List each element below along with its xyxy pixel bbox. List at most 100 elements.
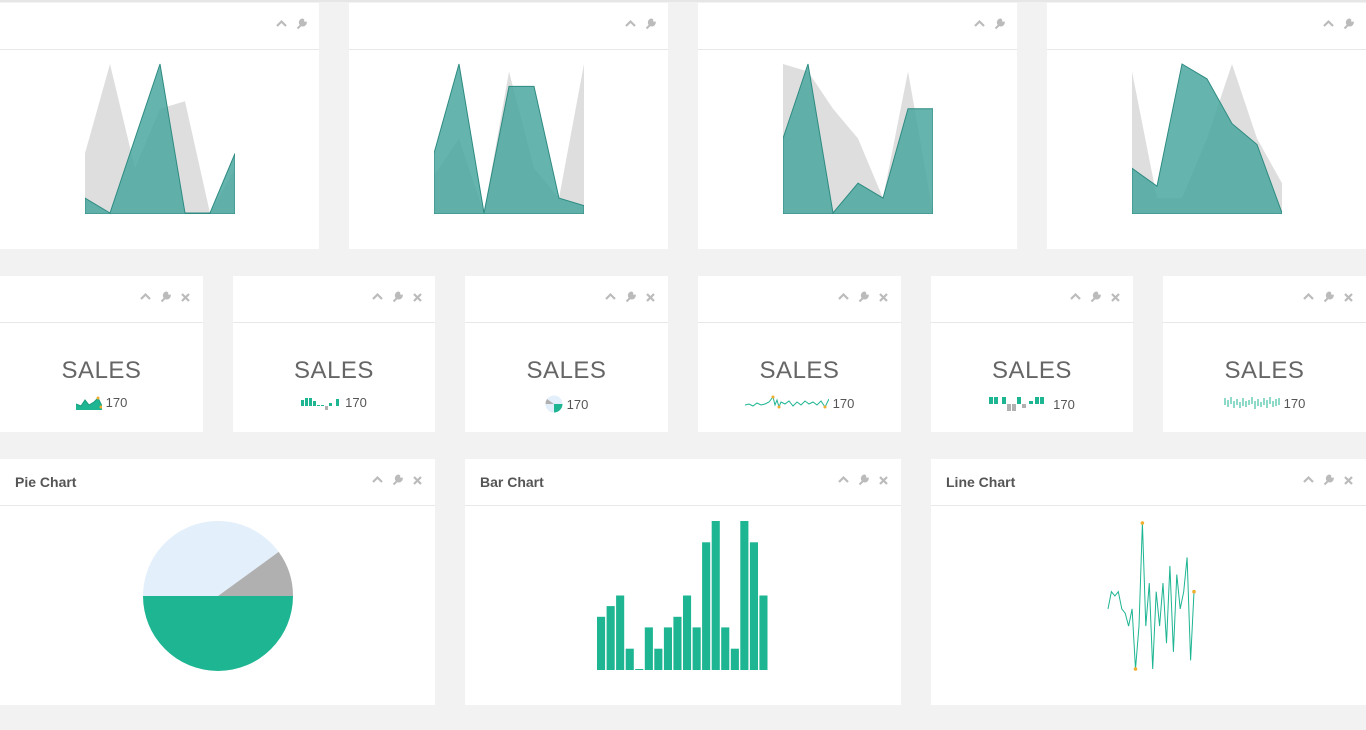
wrench-icon[interactable] <box>1323 291 1334 303</box>
close-icon[interactable] <box>878 291 889 303</box>
panel-tools <box>372 474 423 486</box>
wrench-icon[interactable] <box>392 291 403 303</box>
sales-panel-2: SALES 170 <box>233 276 435 432</box>
panel-tools <box>1070 291 1121 303</box>
wrench-icon[interactable] <box>994 18 1005 30</box>
wrench-icon[interactable] <box>1323 474 1334 486</box>
chevron-up-icon[interactable] <box>974 18 985 30</box>
area-chart-panel-3 <box>698 3 1017 249</box>
panel-tools <box>838 474 889 486</box>
bar <box>644 627 653 670</box>
bar <box>597 616 606 670</box>
sales-metric: 170 <box>931 395 1133 413</box>
close-icon[interactable] <box>645 291 656 303</box>
chevron-up-icon[interactable] <box>625 18 636 30</box>
sales-value: 170 <box>345 395 367 410</box>
chevron-up-icon[interactable] <box>140 291 151 303</box>
wrench-icon[interactable] <box>645 18 656 30</box>
bar-sparkline <box>301 397 340 410</box>
chevron-up-icon[interactable] <box>1323 18 1334 30</box>
wrench-icon[interactable] <box>392 474 403 486</box>
chevron-up-icon[interactable] <box>276 18 287 30</box>
bar <box>635 669 644 670</box>
wrench-icon[interactable] <box>1343 18 1354 30</box>
sales-value: 170 <box>1283 395 1306 411</box>
bar <box>663 627 672 670</box>
chevron-up-icon[interactable] <box>838 291 849 303</box>
close-icon[interactable] <box>878 474 889 486</box>
sales-label: SALES <box>759 357 840 384</box>
bar <box>683 595 692 670</box>
wrench-icon[interactable] <box>858 291 869 303</box>
wrench-icon[interactable] <box>160 291 171 303</box>
wrench-icon[interactable] <box>858 474 869 486</box>
bar <box>616 595 625 670</box>
panel-header: Pie Chart <box>0 459 435 506</box>
chevron-up-icon[interactable] <box>1303 474 1314 486</box>
panel-tools <box>625 18 656 30</box>
close-icon[interactable] <box>1343 474 1354 486</box>
chevron-up-icon[interactable] <box>372 474 383 486</box>
line-point-marker <box>1140 521 1145 525</box>
sales-label: SALES <box>1224 357 1305 384</box>
sales-metric: 170 <box>465 395 668 413</box>
bar <box>702 542 711 670</box>
panel-title: Bar Chart <box>480 474 544 490</box>
bar-chart <box>597 521 768 670</box>
panel-tools <box>140 291 191 303</box>
sales-value: 170 <box>1053 396 1075 412</box>
chevron-up-icon[interactable] <box>1070 291 1081 303</box>
bar <box>711 521 720 670</box>
line-series <box>1107 522 1195 670</box>
area-chart <box>783 63 933 214</box>
line-sparkline <box>744 395 829 409</box>
sales-value: 170 <box>105 395 128 410</box>
sales-metric: 170 <box>698 395 901 411</box>
sales-label: SALES <box>992 357 1072 384</box>
bar <box>654 648 663 670</box>
sales-value: 170 <box>566 396 589 412</box>
panel-title: Pie Chart <box>15 474 77 490</box>
bar <box>625 648 634 670</box>
panel-header <box>0 276 203 323</box>
line-point-marker <box>1192 589 1196 594</box>
panel-header <box>1163 276 1366 323</box>
wrench-icon[interactable] <box>1090 291 1101 303</box>
bar <box>759 595 768 670</box>
wrench-icon[interactable] <box>296 18 307 30</box>
chevron-up-icon[interactable] <box>838 474 849 486</box>
sales-label: SALES <box>294 357 374 384</box>
sales-panel-1: SALES 170 <box>0 276 203 432</box>
panel-tools <box>1303 291 1354 303</box>
panel-header <box>698 3 1017 50</box>
sales-panel-4: SALES 170 <box>698 276 901 432</box>
wrench-icon[interactable] <box>625 291 636 303</box>
bar-chart-panel: Bar Chart <box>465 459 901 705</box>
panel-header <box>931 276 1133 323</box>
sales-label: SALES <box>61 357 142 384</box>
bar <box>730 648 739 670</box>
close-icon[interactable] <box>412 474 423 486</box>
bar <box>749 542 758 670</box>
chevron-up-icon[interactable] <box>1303 291 1314 303</box>
chevron-up-icon[interactable] <box>372 291 383 303</box>
close-icon[interactable] <box>1110 291 1121 303</box>
line-chart-panel: Line Chart <box>931 459 1366 705</box>
close-icon[interactable] <box>180 291 191 303</box>
panel-header <box>233 276 435 323</box>
top-border <box>0 0 1366 2</box>
panel-header <box>349 3 668 50</box>
bar <box>740 521 749 670</box>
teal-series-area <box>1132 63 1282 214</box>
close-icon[interactable] <box>1343 291 1354 303</box>
panel-tools <box>838 291 889 303</box>
bar <box>692 627 701 670</box>
chevron-up-icon[interactable] <box>605 291 616 303</box>
close-icon[interactable] <box>412 291 423 303</box>
sales-panel-3: SALES 170 <box>465 276 668 432</box>
area-chart <box>434 63 584 214</box>
discrete-sparkline <box>1224 397 1280 409</box>
sales-metric: 170 <box>0 395 203 410</box>
area-chart-panel-1 <box>0 3 319 249</box>
panel-tools <box>974 18 1005 30</box>
